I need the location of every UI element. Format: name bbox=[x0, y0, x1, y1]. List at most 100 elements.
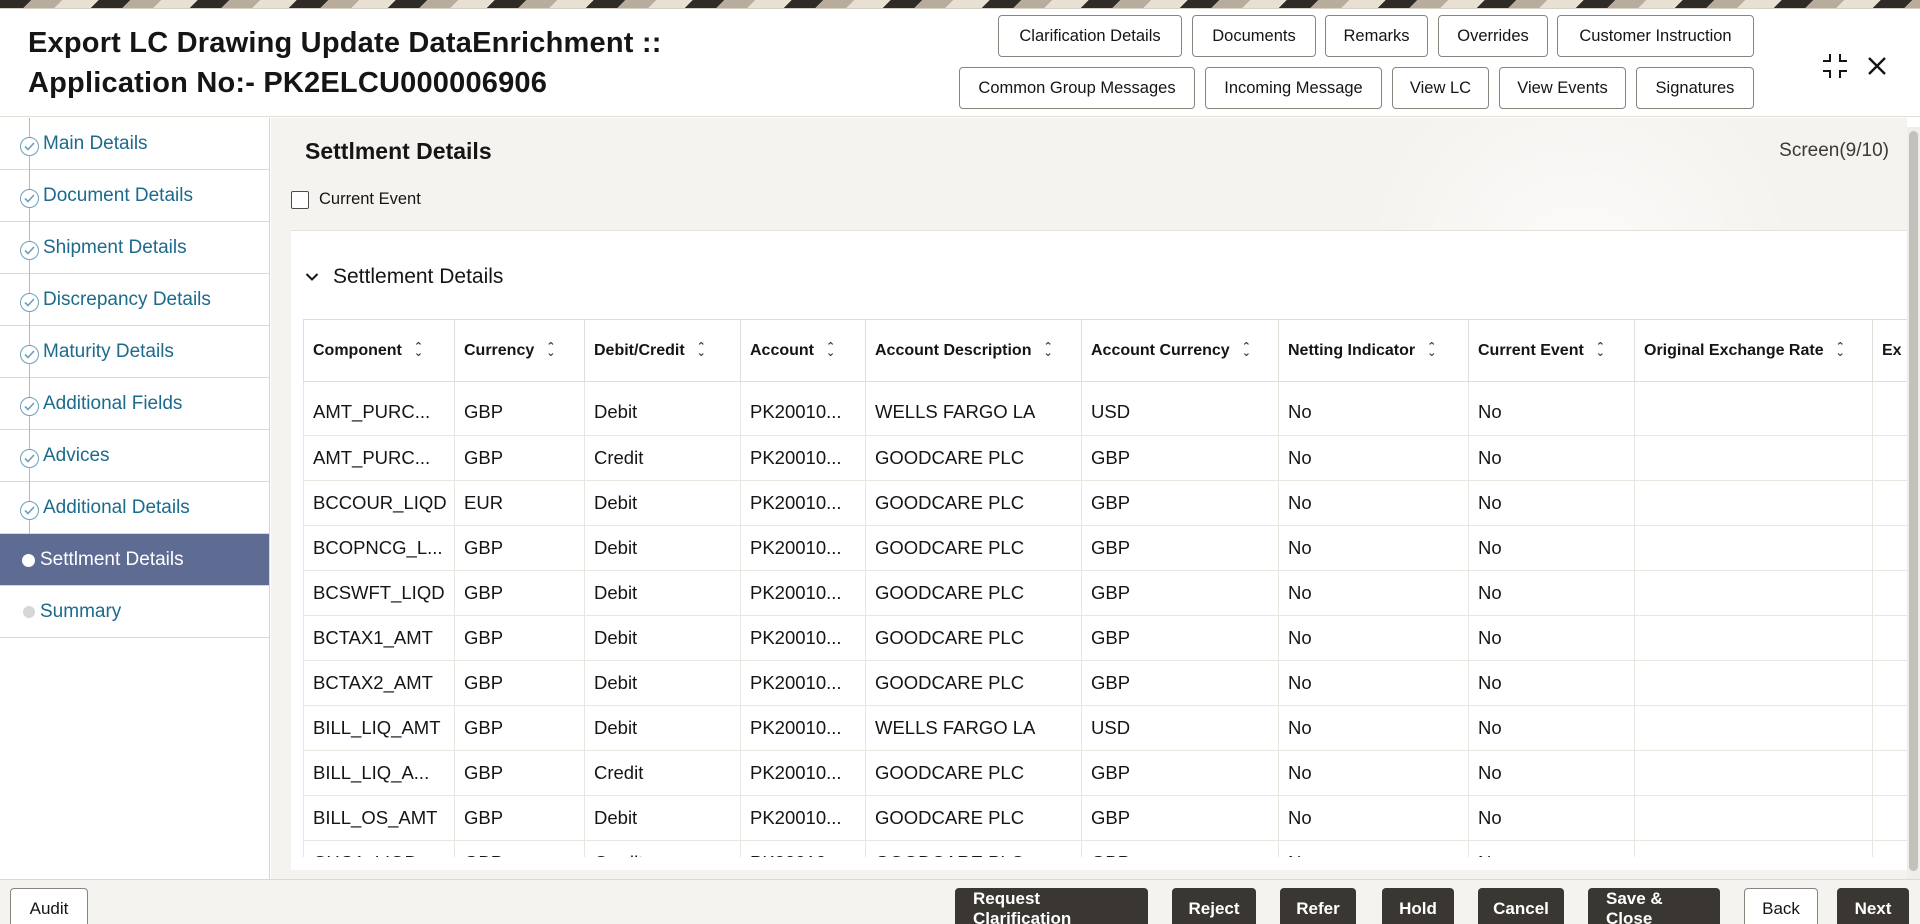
column-header-currency[interactable]: Currency⌃⌄ bbox=[455, 320, 585, 382]
cell-original-exchange-rate bbox=[1635, 661, 1873, 706]
sidebar-item-additional-fields[interactable]: Additional Fields bbox=[0, 378, 269, 430]
scrollbar-thumb[interactable] bbox=[1909, 131, 1918, 871]
table-row[interactable]: CHG1_LIQDGBPCreditPK20010...GOODCARE PLC… bbox=[304, 841, 1908, 858]
sidebar-item-advices[interactable]: Advices bbox=[0, 430, 269, 482]
cell-debit-credit: Debit bbox=[585, 571, 741, 616]
cell-current-event: No bbox=[1469, 796, 1635, 841]
back-button[interactable]: Back bbox=[1744, 888, 1818, 924]
refer-button[interactable]: Refer bbox=[1280, 888, 1356, 924]
table-row[interactable]: AMT_PURC...GBPCreditPK20010...GOODCARE P… bbox=[304, 436, 1908, 481]
column-header-original-exchange-rate[interactable]: Original Exchange Rate⌃⌄ bbox=[1635, 320, 1873, 382]
cell-account: PK20010... bbox=[741, 481, 866, 526]
sidebar-item-document-details[interactable]: Document Details bbox=[0, 170, 269, 222]
clarification-details-button[interactable]: Clarification Details bbox=[998, 15, 1182, 57]
cell-netting-indicator: No bbox=[1279, 616, 1469, 661]
sort-icon[interactable]: ⌃⌄ bbox=[414, 344, 423, 356]
sidebar-item-maturity-details[interactable]: Maturity Details bbox=[0, 326, 269, 378]
column-header-current-event[interactable]: Current Event⌃⌄ bbox=[1469, 320, 1635, 382]
table-row[interactable]: BCSWFT_LIQDGBPDebitPK20010...GOODCARE PL… bbox=[304, 571, 1908, 616]
cell-account-currency: GBP bbox=[1082, 481, 1279, 526]
sidebar-item-shipment-details[interactable]: Shipment Details bbox=[0, 222, 269, 274]
sort-icon[interactable]: ⌃⌄ bbox=[1596, 344, 1605, 356]
table-row[interactable]: BCTAX1_AMTGBPDebitPK20010...GOODCARE PLC… bbox=[304, 616, 1908, 661]
settlement-panel-header[interactable]: Settlement Details bbox=[305, 265, 503, 289]
reject-button[interactable]: Reject bbox=[1172, 888, 1256, 924]
request-clarification-button[interactable]: Request Clarification bbox=[955, 888, 1148, 924]
table-row[interactable]: BILL_LIQ_AMTGBPDebitPK20010...WELLS FARG… bbox=[304, 706, 1908, 751]
overrides-button[interactable]: Overrides bbox=[1438, 15, 1548, 57]
documents-button[interactable]: Documents bbox=[1192, 15, 1316, 57]
sort-icon[interactable]: ⌃⌄ bbox=[697, 344, 706, 356]
sidebar-item-additional-details[interactable]: Additional Details bbox=[0, 482, 269, 534]
cell-component: BCCOUR_LIQD bbox=[304, 481, 455, 526]
cell-netting-indicator: No bbox=[1279, 841, 1469, 858]
close-icon[interactable] bbox=[1860, 49, 1894, 83]
column-label: Component bbox=[313, 342, 402, 359]
hold-button[interactable]: Hold bbox=[1382, 888, 1454, 924]
current-event-checkbox[interactable] bbox=[291, 191, 309, 209]
cell-component: BCTAX2_AMT bbox=[304, 661, 455, 706]
task-window: Export LC Drawing Update DataEnrichment … bbox=[0, 8, 1920, 924]
column-header-account-description[interactable]: Account Description⌃⌄ bbox=[866, 320, 1082, 382]
sidebar-item-discrepancy-details[interactable]: Discrepancy Details bbox=[0, 274, 269, 326]
cell-exchange-rate bbox=[1873, 751, 1908, 796]
view-events-button[interactable]: View Events bbox=[1499, 67, 1626, 109]
cell-original-exchange-rate bbox=[1635, 751, 1873, 796]
check-icon bbox=[20, 241, 39, 260]
signatures-button[interactable]: Signatures bbox=[1636, 67, 1754, 109]
incoming-message-button[interactable]: Incoming Message bbox=[1205, 67, 1382, 109]
table-row[interactable]: BILL_LIQ_A...GBPCreditPK20010...GOODCARE… bbox=[304, 751, 1908, 796]
cell-account-description: GOODCARE PLC bbox=[866, 751, 1082, 796]
column-header-account-currency[interactable]: Account Currency⌃⌄ bbox=[1082, 320, 1279, 382]
sidebar-item-label: Additional Fields bbox=[43, 393, 182, 415]
sidebar-item-label: Maturity Details bbox=[43, 341, 174, 363]
column-header-debit-credit[interactable]: Debit/Credit⌃⌄ bbox=[585, 320, 741, 382]
view-lc-button[interactable]: View LC bbox=[1392, 67, 1489, 109]
table-row[interactable]: BCCOUR_LIQDEURDebitPK20010...GOODCARE PL… bbox=[304, 481, 1908, 526]
cell-exchange-rate bbox=[1873, 706, 1908, 751]
sidebar-item-summary[interactable]: Summary bbox=[0, 586, 269, 638]
cell-original-exchange-rate bbox=[1635, 841, 1873, 858]
cell-original-exchange-rate bbox=[1635, 706, 1873, 751]
cell-netting-indicator: No bbox=[1279, 382, 1469, 436]
audit-button[interactable]: Audit bbox=[10, 888, 88, 924]
customer-instruction-button[interactable]: Customer Instruction bbox=[1557, 15, 1754, 57]
cell-netting-indicator: No bbox=[1279, 661, 1469, 706]
sort-icon[interactable]: ⌃⌄ bbox=[826, 344, 835, 356]
action-footer: Audit Request Clarification Reject Refer… bbox=[0, 879, 1920, 924]
column-header-netting-indicator[interactable]: Netting Indicator⌃⌄ bbox=[1279, 320, 1469, 382]
main-scrollbar[interactable] bbox=[1907, 127, 1920, 879]
sidebar-item-main-details[interactable]: Main Details bbox=[0, 118, 269, 170]
cell-component: BILL_LIQ_A... bbox=[304, 751, 455, 796]
cell-current-event: No bbox=[1469, 751, 1635, 796]
cell-original-exchange-rate bbox=[1635, 796, 1873, 841]
minimize-icon[interactable] bbox=[1818, 49, 1852, 83]
cell-currency: GBP bbox=[455, 796, 585, 841]
cell-exchange-rate bbox=[1873, 481, 1908, 526]
remarks-button[interactable]: Remarks bbox=[1325, 15, 1428, 57]
cell-netting-indicator: No bbox=[1279, 481, 1469, 526]
cancel-button[interactable]: Cancel bbox=[1478, 888, 1564, 924]
sort-icon[interactable]: ⌃⌄ bbox=[1043, 344, 1052, 356]
sort-icon[interactable]: ⌃⌄ bbox=[1427, 344, 1436, 356]
cell-component: BCOPNCG_L... bbox=[304, 526, 455, 571]
save-and-close-button[interactable]: Save & Close bbox=[1588, 888, 1720, 924]
cell-account-description: GOODCARE PLC bbox=[866, 526, 1082, 571]
next-button[interactable]: Next bbox=[1837, 888, 1909, 924]
sort-icon[interactable]: ⌃⌄ bbox=[1242, 344, 1251, 356]
cell-account-description: GOODCARE PLC bbox=[866, 841, 1082, 858]
sidebar-item-settlment-details[interactable]: Settlment Details bbox=[0, 534, 269, 586]
cell-netting-indicator: No bbox=[1279, 706, 1469, 751]
cell-debit-credit: Debit bbox=[585, 382, 741, 436]
column-header-exchange-rate[interactable]: Ex bbox=[1873, 320, 1908, 382]
column-header-component[interactable]: Component ⌃⌄ bbox=[304, 320, 455, 382]
sort-icon[interactable]: ⌃⌄ bbox=[546, 344, 555, 356]
column-header-account[interactable]: Account⌃⌄ bbox=[741, 320, 866, 382]
common-group-messages-button[interactable]: Common Group Messages bbox=[959, 67, 1195, 109]
table-row[interactable]: BCTAX2_AMTGBPDebitPK20010...GOODCARE PLC… bbox=[304, 661, 1908, 706]
table-row[interactable]: AMT_PURC...GBPDebitPK20010...WELLS FARGO… bbox=[304, 382, 1908, 436]
cell-current-event: No bbox=[1469, 382, 1635, 436]
table-row[interactable]: BCOPNCG_L...GBPDebitPK20010...GOODCARE P… bbox=[304, 526, 1908, 571]
table-row[interactable]: BILL_OS_AMTGBPDebitPK20010...GOODCARE PL… bbox=[304, 796, 1908, 841]
sort-icon[interactable]: ⌃⌄ bbox=[1836, 344, 1845, 356]
